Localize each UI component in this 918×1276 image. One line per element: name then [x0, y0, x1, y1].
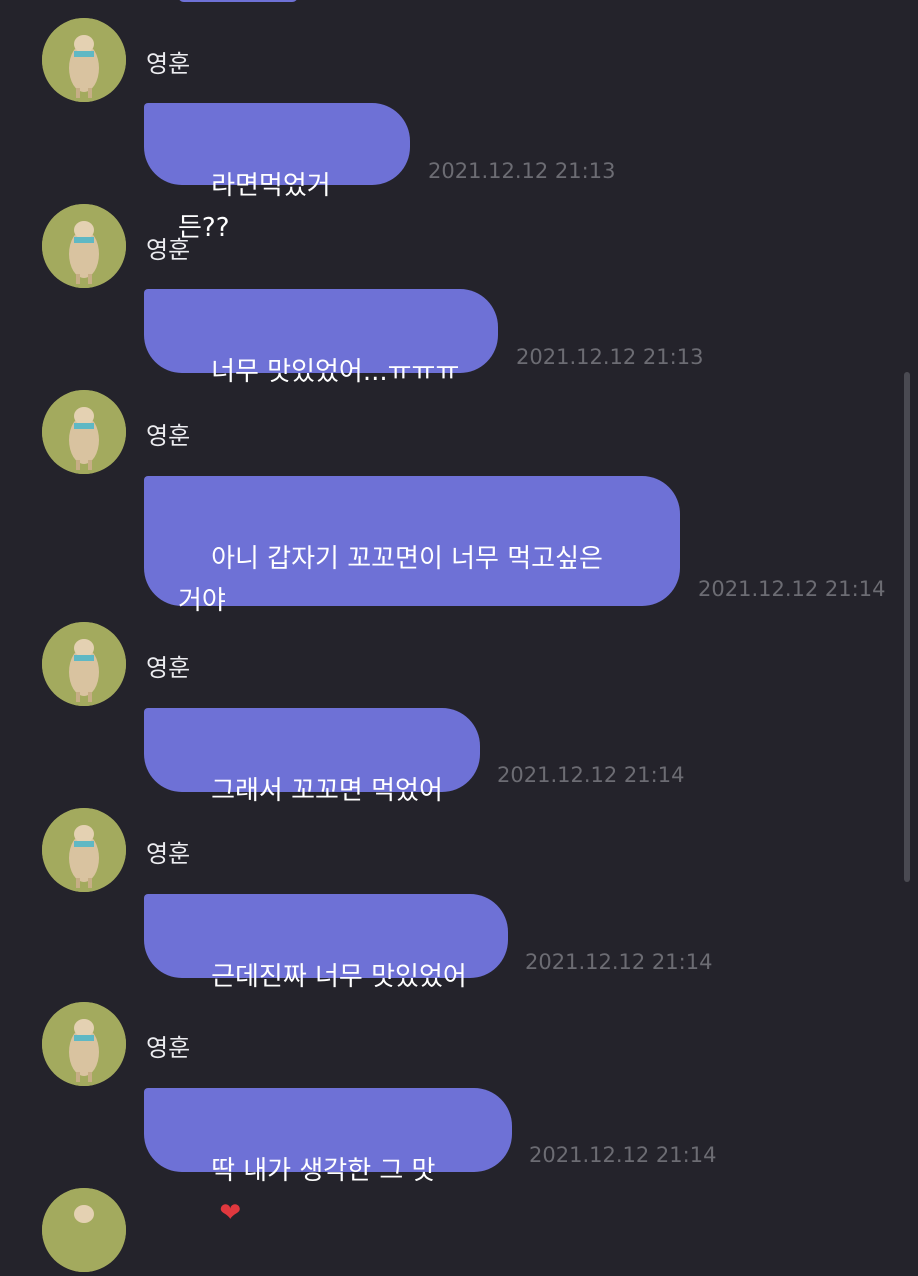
dog-avatar-icon: [42, 1188, 126, 1272]
avatar[interactable]: [42, 18, 126, 102]
avatar[interactable]: [42, 622, 126, 706]
sender-name: 영훈: [146, 840, 191, 868]
message-timestamp: 2021.12.12 21:13: [428, 159, 616, 183]
avatar[interactable]: [42, 390, 126, 474]
message-timestamp: 2021.12.12 21:14: [529, 1143, 717, 1167]
message-bubble[interactable]: 라면먹었거든??: [144, 103, 410, 243]
message-bubble[interactable]: 아니 갑자기 꼬꼬면이 너무 먹고싶은 거야: [144, 476, 680, 616]
message-text: 라면먹었거든??: [178, 171, 331, 243]
heart-icon: ❤: [211, 1198, 242, 1228]
message-timestamp: 2021.12.12 21:14: [698, 577, 886, 601]
sender-name: 영훈: [146, 422, 191, 450]
avatar[interactable]: [42, 1188, 126, 1272]
dog-avatar-icon: [42, 1002, 126, 1086]
scrollbar[interactable]: [904, 372, 910, 882]
message-timestamp: 2021.12.12 21:14: [497, 763, 685, 787]
message-bubble[interactable]: 근데진짜 너무 맛있었어: [144, 894, 508, 992]
dog-avatar-icon: [42, 204, 126, 288]
dog-avatar-icon: [42, 622, 126, 706]
message-bubble[interactable]: 그래서 꼬꼬면 먹었어: [144, 708, 480, 806]
message-text: 딱 내가 생각한 그 맛: [211, 1156, 436, 1186]
sender-name: 영훈: [146, 1034, 191, 1062]
sender-name: 영훈: [146, 50, 191, 78]
message-bubble[interactable]: 너무 맛있었어...ㅠㅠㅠ: [144, 289, 498, 387]
message-text: 그래서 꼬꼬면 먹었어: [211, 776, 443, 806]
sender-name: 영훈: [146, 654, 191, 682]
avatar[interactable]: [42, 204, 126, 288]
message-text: 근데진짜 너무 맛있었어: [211, 962, 467, 992]
message-bubble[interactable]: 딱 내가 생각한 그 맛 ❤: [144, 1088, 512, 1228]
dog-avatar-icon: [42, 808, 126, 892]
message-timestamp: 2021.12.12 21:14: [525, 950, 713, 974]
message-text: 너무 맛있었어...ㅠㅠㅠ: [211, 357, 460, 387]
message-timestamp: 2021.12.12 21:13: [516, 345, 704, 369]
message-text: 아니 갑자기 꼬꼬면이 너무 먹고싶은 거야: [178, 544, 603, 616]
avatar[interactable]: [42, 1002, 126, 1086]
dog-avatar-icon: [42, 390, 126, 474]
previous-message-bubble-edge: [178, 0, 298, 2]
avatar[interactable]: [42, 808, 126, 892]
sender-name: 영훈: [146, 236, 191, 264]
dog-avatar-icon: [42, 18, 126, 102]
